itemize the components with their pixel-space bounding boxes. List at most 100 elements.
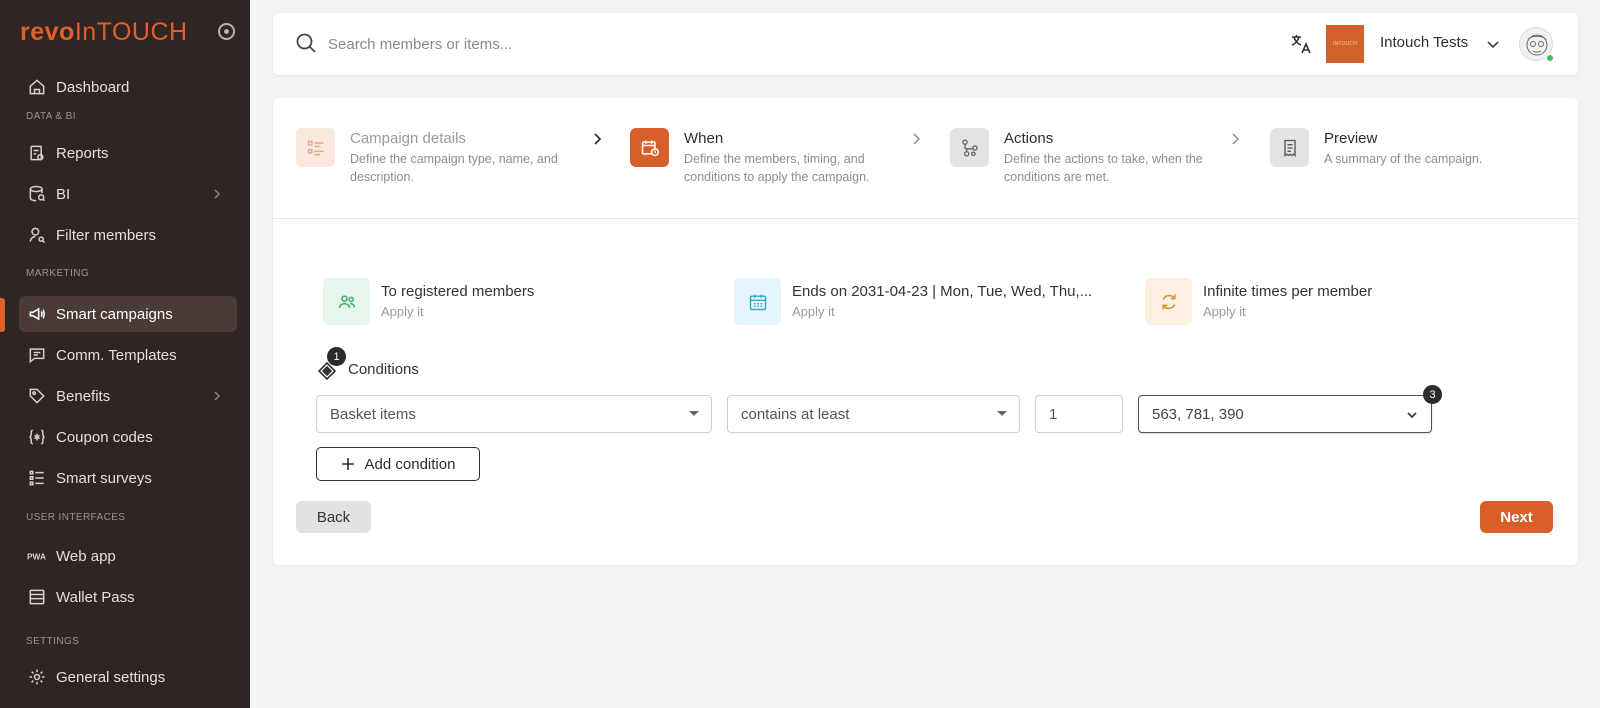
svg-text:PWA: PWA bbox=[27, 551, 46, 561]
card-subtitle: Apply it bbox=[792, 304, 835, 319]
campaign-wizard-card: Campaign details Define the campaign typ… bbox=[273, 98, 1578, 565]
message-icon bbox=[27, 345, 47, 365]
tag-icon bbox=[27, 386, 47, 406]
next-button[interactable]: Next bbox=[1480, 501, 1553, 533]
search-input[interactable] bbox=[328, 29, 828, 59]
select-value: Basket items bbox=[330, 405, 416, 423]
sidebar-item-label: Benefits bbox=[56, 387, 111, 405]
card-subtitle: Apply it bbox=[1203, 304, 1246, 319]
step-description: Define the members, timing, and conditio… bbox=[684, 152, 870, 184]
condition-operator-select[interactable]: contains at least bbox=[727, 395, 1020, 433]
list-icon bbox=[296, 128, 335, 167]
home-icon bbox=[27, 77, 47, 97]
sidebar-item-label: Web app bbox=[56, 547, 116, 565]
sidebar-item-coupon-codes[interactable]: Coupon codes bbox=[19, 419, 237, 455]
refresh-icon bbox=[1145, 278, 1192, 325]
gear-icon bbox=[27, 667, 47, 687]
sidebar-item-smart-surveys[interactable]: Smart surveys bbox=[19, 460, 237, 496]
sidebar-item-label: Smart campaigns bbox=[56, 305, 173, 323]
chevron-down-icon bbox=[1407, 412, 1417, 419]
sidebar-item-label: Smart surveys bbox=[56, 469, 152, 487]
sidebar-item-label: General settings bbox=[56, 668, 166, 686]
add-condition-button[interactable]: Add condition bbox=[316, 447, 480, 481]
step-title: Campaign details bbox=[350, 130, 466, 147]
search-icon bbox=[296, 33, 316, 53]
conditions-count-badge: 1 bbox=[327, 347, 346, 366]
caret-down-icon bbox=[997, 411, 1007, 416]
sidebar-item-label: Comm. Templates bbox=[56, 346, 177, 364]
caret-down-icon bbox=[689, 411, 699, 416]
step-title: When bbox=[684, 130, 724, 147]
checklist-icon bbox=[27, 468, 47, 488]
sidebar-item-benefits[interactable]: Benefits bbox=[19, 378, 237, 414]
translate-icon[interactable] bbox=[1289, 32, 1313, 56]
database-search-icon bbox=[27, 184, 47, 204]
sidebar-item-smart-campaigns[interactable]: Smart campaigns bbox=[19, 296, 237, 332]
sidebar-item-wallet-pass[interactable]: Wallet Pass bbox=[19, 579, 237, 615]
chevron-right-icon bbox=[913, 133, 921, 145]
sidebar-item-filter-members[interactable]: Filter members bbox=[19, 217, 237, 253]
step-description: A summary of the campaign. bbox=[1324, 152, 1483, 166]
sidebar-item-bi[interactable]: BI bbox=[19, 176, 237, 212]
sidebar-item-dashboard[interactable]: Dashboard bbox=[19, 69, 237, 105]
items-count-badge: 3 bbox=[1423, 385, 1442, 404]
section-label-marketing: MARKETING bbox=[26, 268, 90, 279]
section-label-user-interfaces: USER INTERFACES bbox=[26, 512, 126, 523]
company-logo[interactable]: INTOUCH bbox=[1326, 25, 1364, 63]
pwa-icon: PWA bbox=[27, 546, 47, 566]
condition-field-select[interactable]: Basket items bbox=[316, 395, 712, 433]
add-condition-label: Add condition bbox=[364, 455, 456, 473]
active-indicator bbox=[0, 298, 5, 332]
card-title: To registered members bbox=[381, 283, 535, 300]
chevron-right-icon bbox=[1232, 133, 1240, 145]
wallet-icon bbox=[27, 587, 47, 607]
select-value: contains at least bbox=[741, 405, 850, 423]
chevron-down-icon[interactable] bbox=[1485, 36, 1501, 52]
input-value: 1 bbox=[1049, 405, 1058, 423]
chevron-right-icon bbox=[594, 133, 602, 145]
account-name[interactable]: Intouch Tests bbox=[1380, 34, 1468, 51]
report-icon bbox=[27, 143, 47, 163]
chevron-right-icon bbox=[214, 189, 221, 199]
brand-part-1: revo bbox=[20, 17, 75, 46]
sidebar-item-label: Dashboard bbox=[56, 78, 130, 96]
step-description: Define the actions to take, when the con… bbox=[1004, 152, 1203, 184]
workflow-icon bbox=[950, 128, 989, 167]
step-description: Define the campaign type, name, and desc… bbox=[350, 152, 558, 184]
user-search-icon bbox=[27, 225, 47, 245]
calendar-icon bbox=[734, 278, 781, 325]
sidebar-item-general-settings[interactable]: General settings bbox=[19, 659, 237, 695]
card-subtitle: Apply it bbox=[381, 304, 424, 319]
card-title: Ends on 2031-04-23 | Mon, Tue, Wed, Thu,… bbox=[792, 283, 1093, 300]
condition-items-select[interactable]: 563, 781, 390 bbox=[1138, 395, 1432, 433]
users-icon bbox=[323, 278, 370, 325]
back-label: Back bbox=[316, 508, 351, 526]
brand-part-2: InTOUCH bbox=[74, 17, 188, 46]
step-title: Preview bbox=[1324, 130, 1378, 147]
top-bar: INTOUCH Intouch Tests bbox=[273, 13, 1578, 75]
plus-icon bbox=[341, 458, 354, 470]
step-title: Actions bbox=[1004, 130, 1054, 147]
condition-quantity-input[interactable]: 1 bbox=[1035, 395, 1123, 433]
sidebar-item-label: Reports bbox=[56, 144, 109, 162]
sidebar-item-web-app[interactable]: PWA Web app bbox=[19, 538, 237, 574]
card-title: Infinite times per member bbox=[1203, 283, 1373, 300]
section-label-data-bi: DATA & BI bbox=[26, 111, 76, 122]
braces-asterisk-icon bbox=[27, 427, 47, 447]
select-value: 563, 781, 390 bbox=[1152, 405, 1244, 423]
sidebar-collapse-icon[interactable] bbox=[218, 23, 235, 40]
sidebar-item-comm-templates[interactable]: Comm. Templates bbox=[19, 337, 237, 373]
sidebar-item-label: Coupon codes bbox=[56, 428, 153, 446]
sidebar-item-label: Filter members bbox=[56, 226, 157, 244]
next-label: Next bbox=[1500, 508, 1533, 526]
sidebar-item-reports[interactable]: Reports bbox=[19, 135, 237, 171]
conditions-label: Conditions bbox=[348, 361, 419, 378]
receipt-icon bbox=[1270, 128, 1309, 167]
sidebar: revoInTOUCH Dashboard DATA & BI Reports … bbox=[0, 0, 250, 708]
chevron-right-icon bbox=[214, 391, 221, 401]
back-button[interactable]: Back bbox=[296, 501, 371, 533]
brand-logo[interactable]: revoInTOUCH bbox=[20, 17, 188, 47]
megaphone-icon bbox=[27, 304, 47, 324]
section-label-settings: SETTINGS bbox=[26, 636, 80, 647]
online-status-icon bbox=[1545, 53, 1555, 63]
